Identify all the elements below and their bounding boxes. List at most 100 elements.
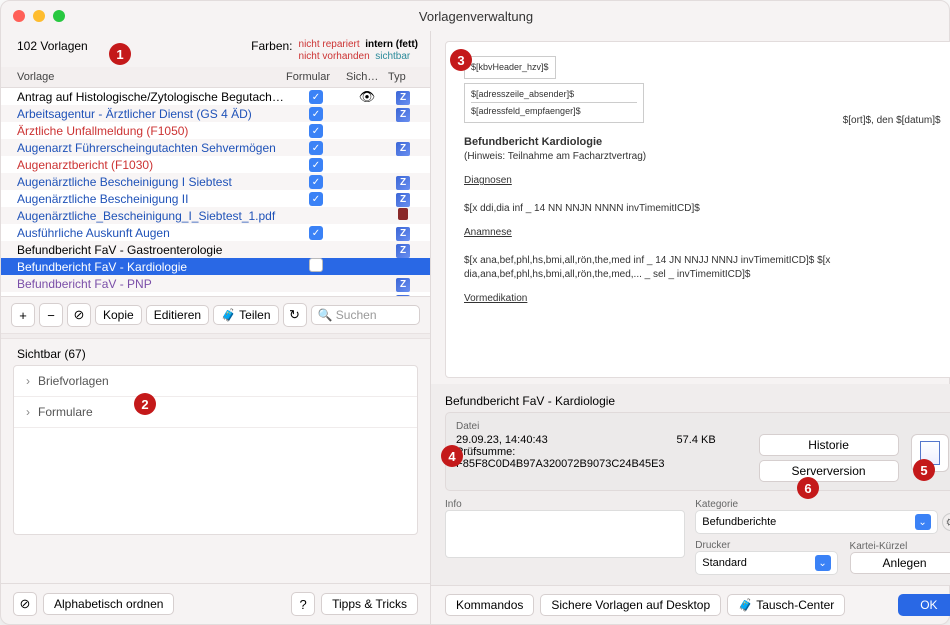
table-header: Vorlage Formular Sich… Typ	[1, 67, 430, 88]
kartei-label: Kartei-Kürzel	[850, 541, 950, 552]
table-row[interactable]: Augenärztliche Bescheinigung I Siebtest✓…	[1, 173, 430, 190]
row-type-icon: Z	[388, 174, 418, 190]
table-row[interactable]: Befundbericht FaV - PNP Z	[1, 275, 430, 292]
ok-button[interactable]: OK	[898, 594, 950, 616]
row-name: Befundbericht FaV - PNP	[17, 277, 286, 291]
file-date: 29.09.23, 14:40:43	[456, 434, 665, 446]
table-row[interactable]: Ausführliche Auskunft Augen✓Z	[1, 224, 430, 241]
row-name: Augenärztliche_Bescheinigung_I_Siebtest_…	[17, 209, 286, 223]
sichere-button[interactable]: Sichere Vorlagen auf Desktop	[540, 594, 721, 616]
table-row[interactable]: Befundbericht FaV - Kardiologie	[1, 258, 430, 275]
callout-1: 1	[109, 43, 131, 65]
row-name: Antrag auf Histologische/Zytologische Be…	[17, 90, 286, 104]
table-row[interactable]: Augenarztbericht (F1030)✓	[1, 156, 430, 173]
row-name: Augenärztliche Bescheinigung II	[17, 192, 286, 206]
sichtbar-label: Sichtbar (67)	[1, 339, 430, 365]
right-pane: $[ort]$, den $[datum]$ $[kbvHeader_hzv]$…	[431, 31, 950, 624]
row-name: Augenärztliche Bescheinigung I Siebtest	[17, 175, 286, 189]
file-size: 57.4 KB	[677, 434, 747, 482]
tree-briefvorlagen[interactable]: Briefvorlagen	[14, 366, 417, 397]
list-toolbar: + − ⊘ Kopie Editieren 🧳 Teilen ↻ 🔍 Suche…	[1, 296, 430, 333]
col-formular[interactable]: Formular	[286, 71, 346, 83]
table-row[interactable]: Befundbericht FaV - GastroenterologieZ	[1, 241, 430, 258]
col-typ[interactable]: Typ	[388, 71, 418, 83]
left-pane: 102 Vorlagen Farben: nicht repariert int…	[1, 31, 431, 624]
preview-ort-datum: $[ort]$, den $[datum]$	[843, 114, 941, 128]
row-formular-checkbox[interactable]: ✓	[286, 106, 346, 122]
tipps-button[interactable]: Tipps & Tricks	[321, 593, 418, 615]
kategorie-select[interactable]: Befundberichte⌄	[695, 510, 937, 534]
row-eye-icon: 👁	[346, 89, 388, 105]
historie-button[interactable]: Historie	[759, 434, 899, 456]
help-button[interactable]: ?	[291, 592, 315, 616]
row-formular-checkbox[interactable]: ✓	[286, 191, 346, 207]
callout-2: 2	[134, 393, 156, 415]
checksum-label: Prüfsumme:	[456, 446, 515, 458]
anlegen-button[interactable]: Anlegen	[850, 552, 950, 574]
chevron-down-icon: ⌄	[815, 555, 831, 571]
content: 102 Vorlagen Farben: nicht repariert int…	[1, 31, 949, 624]
color-legend: nicht repariert intern (fett) nicht vorh…	[299, 39, 418, 63]
row-formular-checkbox[interactable]: ✓	[286, 123, 346, 139]
row-formular-checkbox[interactable]: ✓	[286, 225, 346, 241]
kategorie-settings-icon[interactable]: ⚙	[942, 513, 950, 531]
edit-button[interactable]: Editieren	[146, 305, 209, 325]
remove-button[interactable]: −	[39, 303, 63, 327]
row-formular-checkbox[interactable]: ✓	[286, 140, 346, 156]
table-row[interactable]: Ärztliche Unfallmeldung (F1050)✓	[1, 122, 430, 139]
info-textarea[interactable]	[445, 510, 685, 558]
sichtbar-tree[interactable]: Briefvorlagen Formulare	[13, 365, 418, 535]
file-box: Datei 29.09.23, 14:40:43 Prüfsumme: F85F…	[445, 412, 950, 491]
serverversion-button[interactable]: Serverversion	[759, 460, 899, 482]
add-button[interactable]: +	[11, 303, 35, 327]
hide-button[interactable]: ⊘	[67, 303, 91, 327]
right-footer: Kommandos Sichere Vorlagen auf Desktop 🧳…	[431, 585, 950, 624]
row-formular-checkbox[interactable]	[286, 258, 346, 275]
callout-6: 6	[797, 477, 819, 499]
row-type-icon: Z	[388, 106, 418, 122]
share-button[interactable]: 🧳 Teilen	[213, 305, 278, 325]
kommandos-button[interactable]: Kommandos	[445, 594, 534, 616]
col-vorlage[interactable]: Vorlage	[17, 71, 286, 83]
visibility-toggle[interactable]: ⊘	[13, 592, 37, 616]
table-row[interactable]: Arbeitsagentur - Ärztlicher Dienst (GS 4…	[1, 105, 430, 122]
col-sichtbar[interactable]: Sich…	[346, 71, 388, 83]
kategorie-label: Kategorie	[695, 499, 950, 510]
copy-button[interactable]: Kopie	[95, 305, 142, 325]
table-row[interactable]: Augenärztliche Bescheinigung II✓Z	[1, 190, 430, 207]
zoom-icon[interactable]	[53, 10, 65, 22]
window-title: Vorlagenverwaltung	[65, 9, 887, 24]
window-controls[interactable]	[13, 10, 65, 22]
table-row[interactable]: Augenärztliche_Bescheinigung_I_Siebtest_…	[1, 207, 430, 224]
preview-section-vormedikation: Vormedikation	[464, 293, 527, 304]
close-icon[interactable]	[13, 10, 25, 22]
row-formular-checkbox[interactable]: ✓	[286, 157, 346, 173]
minimize-icon[interactable]	[33, 10, 45, 22]
row-formular-checkbox[interactable]: ✓	[286, 89, 346, 105]
search-icon: 🔍	[318, 308, 333, 322]
row-name: Augenarztbericht (F1030)	[17, 158, 286, 172]
callout-4: 4	[441, 445, 463, 467]
tausch-button[interactable]: 🧳 Tausch-Center	[727, 594, 845, 616]
left-footer: ⊘ Alphabetisch ordnen ? Tipps & Tricks	[1, 583, 430, 624]
row-type-icon: Z	[388, 225, 418, 241]
refresh-button[interactable]: ↻	[283, 303, 307, 327]
preview-header: $[kbvHeader_hzv]$	[464, 56, 556, 79]
row-formular-checkbox[interactable]: ✓	[286, 174, 346, 190]
tree-formulare[interactable]: Formulare	[14, 397, 417, 428]
drucker-label: Drucker	[695, 540, 837, 551]
template-list[interactable]: Antrag auf Histologische/Zytologische Be…	[1, 88, 430, 296]
table-row[interactable]: Augenarzt Führerscheingutachten Sehvermö…	[1, 139, 430, 156]
titlebar: Vorlagenverwaltung	[1, 1, 949, 31]
datei-label: Datei	[456, 421, 949, 432]
search-input[interactable]: 🔍 Suchen	[311, 305, 421, 325]
drucker-select[interactable]: Standard⌄	[695, 551, 837, 575]
window: 1 2 3 4 5 6 Vorlagenverwaltung 102 Vorla…	[0, 0, 950, 625]
sort-alpha-button[interactable]: Alphabetisch ordnen	[43, 593, 174, 615]
row-name: Ärztliche Unfallmeldung (F1050)	[17, 124, 286, 138]
row-type-icon: Z	[388, 276, 418, 292]
table-row[interactable]: Antrag auf Histologische/Zytologische Be…	[1, 88, 430, 105]
callout-3: 3	[450, 49, 472, 71]
preview-section-diagnosen: Diagnosen	[464, 175, 512, 186]
row-type-icon	[388, 208, 418, 223]
